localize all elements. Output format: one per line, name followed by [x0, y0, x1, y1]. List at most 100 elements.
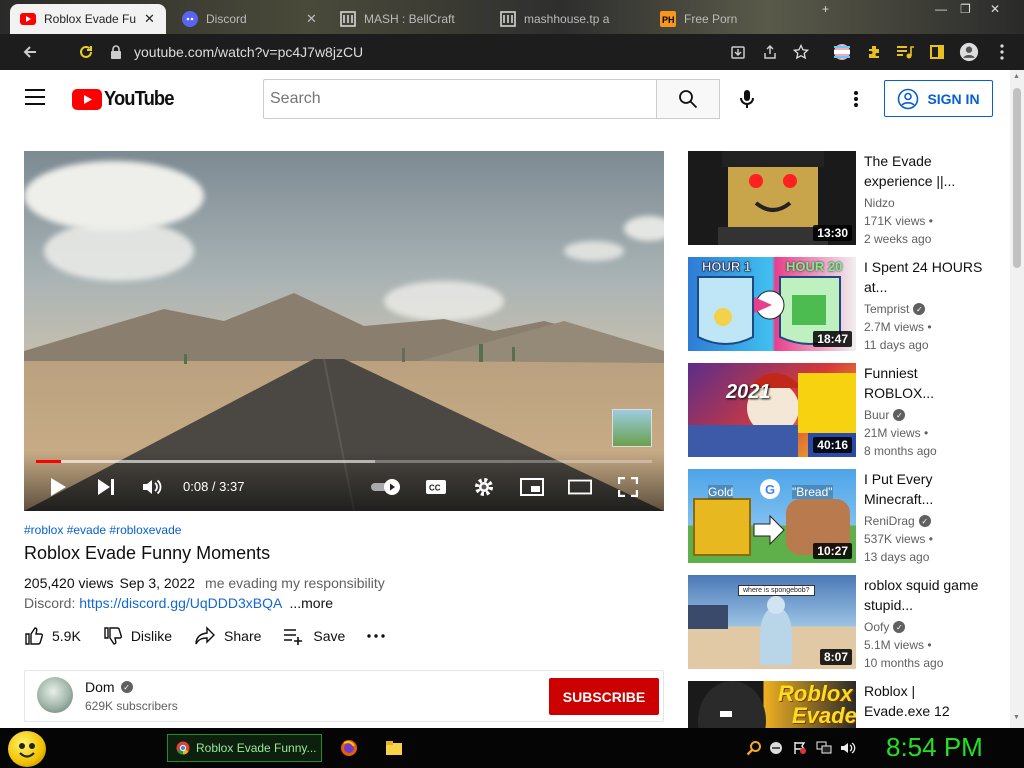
account-icon [898, 88, 919, 109]
profile-flag-icon[interactable] [832, 42, 852, 62]
recommendation-item[interactable]: G Gold "Bread" 10:27 I Put Every Minecra… [688, 469, 1008, 564]
share-icon[interactable] [760, 42, 780, 62]
recommendation-item[interactable]: 13:30 The Evade experience ||... Nidzo 1… [688, 151, 1008, 246]
tray-app-icon[interactable] [768, 740, 784, 756]
video-thumbnail[interactable]: 13:30 [688, 151, 856, 245]
scrollbar-thumb[interactable] [1013, 88, 1021, 268]
play-icon[interactable] [46, 475, 70, 499]
action-center-flag-icon[interactable] [792, 740, 808, 756]
recommendation-title[interactable]: Roblox | Evade.exe 12 [864, 681, 984, 721]
taskbar-task-chrome[interactable]: Roblox Evade Funny... [167, 734, 322, 762]
taskbar-clock[interactable]: 8:54 PM [886, 732, 983, 763]
window-close-icon[interactable]: ✕ [990, 2, 1000, 16]
hamburger-menu-icon[interactable] [24, 88, 46, 106]
volume-tray-icon[interactable] [840, 740, 856, 756]
reload-icon[interactable] [70, 36, 102, 68]
share-button[interactable]: Share [194, 626, 261, 646]
firefox-icon[interactable] [340, 739, 358, 757]
video-thumbnail[interactable]: HOUR 1 HOUR 20 18:47 [688, 257, 856, 351]
autoplay-toggle-icon[interactable] [370, 475, 404, 499]
search-input[interactable] [270, 90, 657, 108]
channel-name: Temprist [864, 302, 910, 316]
video-thumbnail[interactable]: Roblox Evade [688, 681, 856, 728]
fullscreen-icon[interactable] [616, 475, 640, 499]
new-tab-icon[interactable]: + [822, 2, 829, 16]
volume-icon[interactable] [141, 475, 165, 499]
youtube-logo[interactable]: YouTube [72, 88, 180, 111]
save-button[interactable]: Save [283, 627, 345, 645]
browser-menu-icon[interactable] [992, 42, 1012, 62]
recommendation-channel[interactable]: Oofy ✓ [864, 620, 906, 634]
close-icon[interactable]: ✕ [306, 11, 317, 27]
search-button[interactable] [656, 79, 720, 119]
view-count: 205,420 views [24, 575, 114, 591]
channel-avatar[interactable] [37, 677, 73, 713]
start-button-smiley-icon[interactable] [8, 731, 46, 767]
close-icon[interactable]: ✕ [144, 11, 155, 27]
theater-mode-icon[interactable] [568, 475, 592, 499]
recommendation-item[interactable]: where is spongebob? 8:07 roblox squid ga… [688, 575, 1008, 670]
settings-menu-icon[interactable] [846, 87, 866, 111]
recommendation-title[interactable]: roblox squid game stupid... [864, 575, 984, 615]
tab-mashhouse[interactable]: mashhouse.tp a [490, 4, 650, 34]
search-magnifier-icon[interactable] [746, 740, 762, 756]
page-scrollbar[interactable]: ▲ ▼ [1010, 70, 1024, 728]
recommendation-title[interactable]: I Spent 24 HOURS at... [864, 257, 984, 297]
recommendation-channel[interactable]: Temprist ✓ [864, 302, 926, 316]
video-thumbnail[interactable]: 2021 40:16 [688, 363, 856, 457]
voice-search-icon[interactable] [735, 87, 759, 111]
captions-icon[interactable]: CC [424, 475, 448, 499]
file-explorer-icon[interactable] [385, 739, 403, 757]
thumbnail-text: where is spongebob? [738, 585, 815, 596]
show-more-link[interactable]: ...more [289, 595, 333, 611]
bookmark-star-icon[interactable] [791, 42, 811, 62]
video-overlay-thumbnail[interactable] [612, 409, 652, 447]
address-bar[interactable]: youtube.com/watch?v=pc4J7w8jzCU [110, 37, 820, 67]
sign-in-button[interactable]: SIGN IN [884, 80, 993, 117]
extensions-icon[interactable] [864, 42, 884, 62]
network-icon[interactable] [816, 740, 832, 756]
recommendation-item[interactable]: 2021 40:16 Funniest ROBLOX... Buur ✓ 21M … [688, 363, 1008, 458]
tab-youtube[interactable]: Roblox Evade Fun ✕ [10, 4, 166, 34]
scroll-up-icon[interactable]: ▲ [1013, 73, 1020, 80]
recommendation-channel[interactable]: Buur ✓ [864, 408, 906, 422]
thumbs-up-icon [25, 627, 43, 645]
recommendation-item[interactable]: HOUR 1 HOUR 20 18:47 I Spent 24 HOURS at… [688, 257, 1008, 352]
recommendation-title[interactable]: Funniest ROBLOX... [864, 363, 984, 403]
settings-gear-icon[interactable] [472, 475, 496, 499]
recommendation-title[interactable]: The Evade experience ||... [864, 151, 984, 191]
hashtags[interactable]: #roblox #evade #robloxevade [24, 523, 181, 537]
recommendation-channel[interactable]: ReniDrag ✓ [864, 514, 931, 528]
progress-bar[interactable] [36, 460, 652, 463]
next-icon[interactable] [94, 475, 118, 499]
dislike-button[interactable]: Dislike [103, 626, 172, 646]
video-thumbnail[interactable]: G Gold "Bread" 10:27 [688, 469, 856, 563]
discord-label: Discord: [24, 595, 76, 611]
mash-icon [500, 11, 516, 27]
tab-mash-bellcraft[interactable]: MASH : BellCraft [330, 4, 490, 34]
discord-link[interactable]: https://discord.gg/UqDDD3xBQA [79, 595, 281, 611]
recommendation-item[interactable]: Roblox Evade Roblox | Evade.exe 12 [688, 681, 1008, 728]
maximize-icon[interactable]: ❐ [960, 2, 971, 16]
thumbnail-text: 2021 [726, 381, 771, 403]
video-player[interactable]: 0:08 / 3:37 CC [24, 151, 664, 511]
install-icon[interactable] [728, 42, 748, 62]
channel-name-row[interactable]: Dom ✓ [85, 679, 133, 695]
back-icon[interactable] [14, 36, 46, 68]
minimize-icon[interactable]: — [935, 2, 947, 16]
miniplayer-icon[interactable] [520, 475, 544, 499]
more-actions-button[interactable] [367, 634, 386, 638]
profile-avatar-icon[interactable] [959, 42, 979, 62]
side-panel-icon[interactable] [927, 42, 947, 62]
recommendation-channel[interactable]: Nidzo [864, 196, 895, 210]
subscribe-button[interactable]: SUBSCRIBE [549, 678, 659, 715]
media-queue-icon[interactable] [895, 42, 915, 62]
like-button[interactable]: 5.9K [24, 626, 81, 646]
tab-ph[interactable]: PH Free Porn [650, 4, 810, 34]
tab-discord[interactable]: Discord ✕ [172, 4, 327, 34]
channel-name: Buur [864, 408, 890, 422]
recommendation-title[interactable]: I Put Every Minecraft... [864, 469, 984, 509]
video-thumbnail[interactable]: where is spongebob? 8:07 [688, 575, 856, 669]
search-box[interactable] [263, 79, 657, 119]
scroll-down-icon[interactable]: ▼ [1013, 714, 1020, 721]
